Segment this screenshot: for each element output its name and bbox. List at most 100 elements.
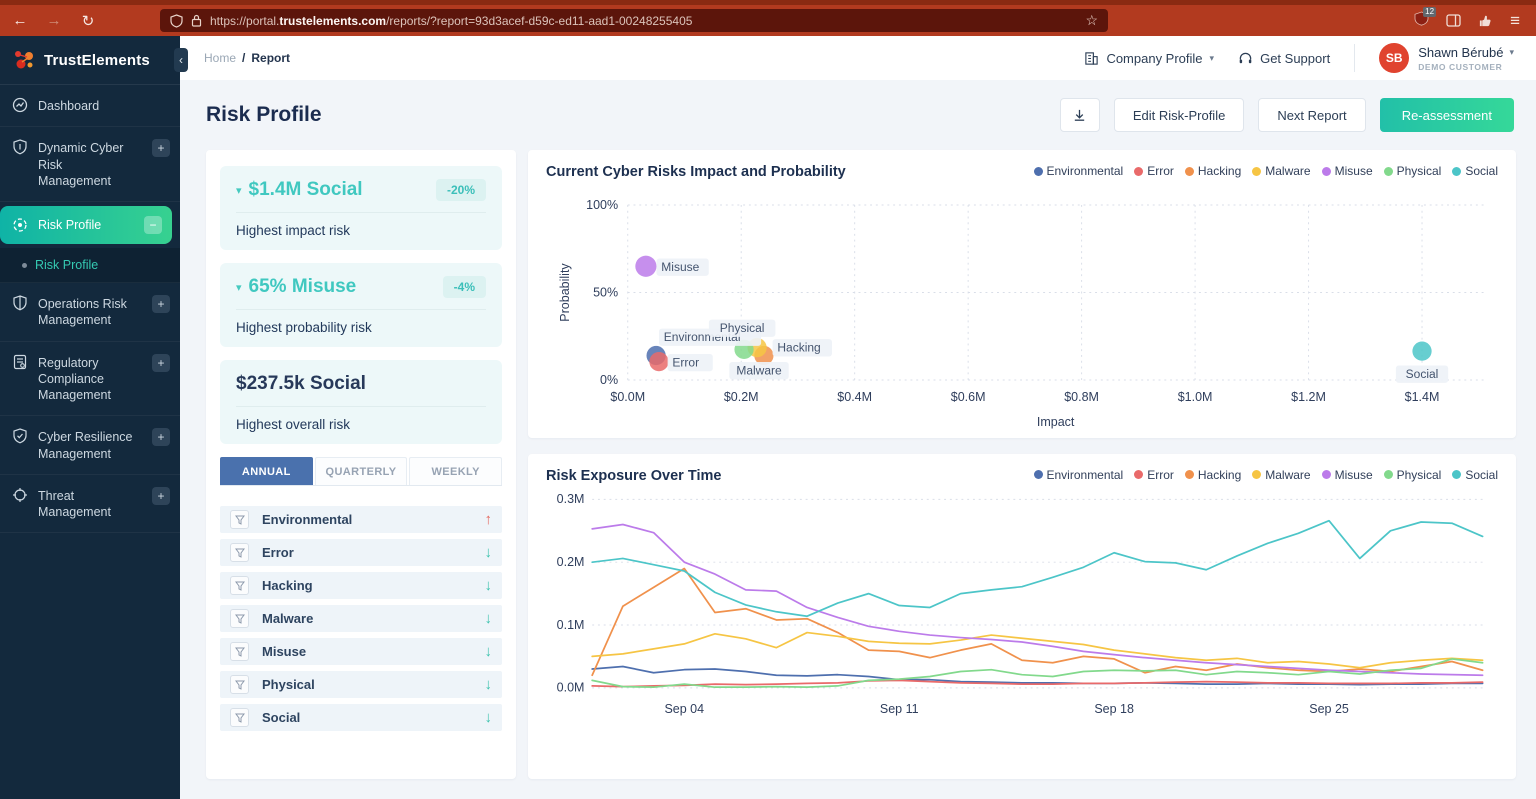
chevron-down-icon: ▾ <box>1509 46 1514 57</box>
legend-dot-icon <box>1252 166 1262 176</box>
dashboard-icon <box>12 97 28 113</box>
legend-dot-icon <box>1184 166 1194 176</box>
adblock-extension-icon[interactable]: 12 <box>1414 6 1437 31</box>
risk-row-misuse[interactable]: Misuse ↓ <box>220 638 502 665</box>
stat-badge: -4% <box>442 276 486 298</box>
sidebar-toggle-icon[interactable] <box>1446 13 1461 28</box>
legend-item[interactable]: Social <box>1452 164 1498 178</box>
back-icon[interactable]: ← <box>10 12 30 29</box>
menu-icon[interactable]: ≡ <box>1510 11 1520 31</box>
avatar: SB <box>1379 43 1410 73</box>
sidebar-item-regulatory-compliance[interactable]: Regulatory Compliance Management + <box>0 342 180 417</box>
line-series-error <box>591 679 1484 688</box>
legend-item[interactable]: Hacking <box>1184 468 1241 482</box>
legend-item[interactable]: Physical <box>1383 164 1441 178</box>
risk-row-hacking[interactable]: Hacking ↓ <box>220 572 502 599</box>
risk-exposure-plot[interactable]: 0.0M 0.1M 0.2M 0.3M Sep 04 Sep 11 Sep 18 Sep 25 <box>546 484 1498 726</box>
edit-risk-profile-button[interactable]: Edit Risk-Profile <box>1113 98 1245 132</box>
svg-text:$0.2M: $0.2M <box>724 390 759 404</box>
highest-probability-card: ▾ 65% Misuse -4% Highest probability ris… <box>220 263 502 347</box>
address-bar[interactable]: https://portal.trustelements.com/reports… <box>160 9 1108 32</box>
user-role: DEMO CUSTOMER <box>1418 61 1503 72</box>
expand-button[interactable]: + <box>152 139 170 158</box>
legend-item[interactable]: Social <box>1452 468 1498 482</box>
legend-item[interactable]: Environmental <box>1033 164 1123 178</box>
sidebar-item-dashboard[interactable]: Dashboard <box>0 85 180 128</box>
legend-item[interactable]: Environmental <box>1033 468 1123 482</box>
legend-dot-icon <box>1321 470 1331 480</box>
breadcrumb: Home / Report <box>204 51 290 65</box>
legend-item[interactable]: Physical <box>1383 468 1441 482</box>
expand-button[interactable]: + <box>152 486 170 505</box>
sidebar-item-threat-management[interactable]: Threat Management + <box>0 475 180 534</box>
expand-button[interactable]: + <box>152 295 170 313</box>
svg-text:Sep 11: Sep 11 <box>880 702 919 716</box>
risk-row-physical[interactable]: Physical ↓ <box>220 671 502 698</box>
download-button[interactable] <box>1059 98 1100 132</box>
caret-down-icon[interactable]: ▾ <box>236 281 242 294</box>
crosshair-icon <box>13 487 27 502</box>
shield-dollar-icon <box>13 139 27 155</box>
collapse-section-button[interactable]: − <box>144 216 162 234</box>
expand-button[interactable]: + <box>152 353 170 372</box>
bookmark-star-icon[interactable]: ☆ <box>1085 12 1098 29</box>
svg-text:$0.0M: $0.0M <box>610 390 645 404</box>
sidebar-item-dynamic-cyber-risk[interactable]: Dynamic Cyber Risk Management + <box>0 127 180 202</box>
tab-weekly[interactable]: WEEKLY <box>409 457 503 485</box>
svg-text:$1.0M: $1.0M <box>1178 390 1213 404</box>
legend-item[interactable]: Malware <box>1252 164 1311 178</box>
svg-text:Sep 25: Sep 25 <box>1309 702 1349 716</box>
tab-quarterly[interactable]: QUARTERLY <box>314 457 408 485</box>
legend-item[interactable]: Malware <box>1252 468 1311 482</box>
headset-icon <box>1239 52 1252 63</box>
sidebar-item-cyber-resilience[interactable]: Cyber Resilience Management + <box>0 416 180 475</box>
tab-annual[interactable]: ANNUAL <box>220 457 313 485</box>
filter-funnel-icon[interactable] <box>230 576 249 595</box>
reload-icon[interactable]: ↻ <box>78 12 98 30</box>
risk-row-environmental[interactable]: Environmental ↑ <box>220 506 502 533</box>
download-icon <box>1075 109 1085 121</box>
svg-text:Impact: Impact <box>1037 415 1075 429</box>
legend-item[interactable]: Error <box>1134 164 1174 178</box>
filter-funnel-icon[interactable] <box>230 642 249 661</box>
filter-funnel-icon[interactable] <box>230 708 249 727</box>
legend-item[interactable]: Error <box>1134 468 1174 482</box>
risk-row-malware[interactable]: Malware ↓ <box>220 605 502 632</box>
sidebar-collapse-button[interactable]: ‹ <box>174 48 188 72</box>
sidebar-subitem-risk-profile[interactable]: Risk Profile <box>0 248 180 283</box>
expand-button[interactable]: + <box>152 428 170 447</box>
filter-funnel-icon[interactable] <box>230 609 249 628</box>
company-profile-menu[interactable]: Company Profile ▾ <box>1084 51 1214 66</box>
risk-row-social[interactable]: Social ↓ <box>220 704 502 731</box>
get-support-link[interactable]: Get Support <box>1238 51 1330 66</box>
filter-funnel-icon[interactable] <box>230 510 249 529</box>
building-icon <box>1085 51 1099 65</box>
trend-arrow-icon: ↓ <box>484 643 493 660</box>
breadcrumb-home[interactable]: Home <box>204 51 236 65</box>
legend-dot-icon <box>1452 166 1462 176</box>
filter-funnel-icon[interactable] <box>230 543 249 562</box>
impact-probability-plot[interactable]: $0.0M $0.2M $0.4M $0.6M $0.8M $1.0M $1.2M $1.4M… <box>546 180 1498 432</box>
risk-row-error[interactable]: Error ↓ <box>220 539 502 566</box>
extension-thumb-icon[interactable] <box>1478 13 1493 28</box>
filter-funnel-icon[interactable] <box>230 675 249 694</box>
sidebar-item-operations-risk[interactable]: Operations Risk Management + <box>0 283 180 342</box>
legend-item[interactable]: Misuse <box>1321 164 1373 178</box>
legend-dot-icon <box>1452 470 1462 480</box>
trustelements-logo-icon <box>15 51 33 69</box>
chart-legend: Environmental Error Hacking Malware Misuse Ph… <box>1033 468 1498 482</box>
legend-item[interactable]: Misuse <box>1321 468 1373 482</box>
next-report-button[interactable]: Next Report <box>1258 98 1366 132</box>
chart-title: Current Cyber Risks Impact and Probabili… <box>546 164 846 180</box>
target-icon <box>13 218 27 232</box>
legend-item[interactable]: Hacking <box>1184 164 1241 178</box>
trend-arrow-icon: ↓ <box>484 577 493 594</box>
risk-name: Malware <box>262 611 314 626</box>
url-text[interactable]: https://portal.trustelements.com/reports… <box>210 14 1077 28</box>
reassessment-button[interactable]: Re-assessment <box>1379 98 1514 132</box>
caret-down-icon[interactable]: ▾ <box>236 184 242 197</box>
sidebar-item-risk-profile[interactable]: Risk Profile − <box>0 206 172 244</box>
user-menu[interactable]: SB Shawn Bérubé ▾ DEMO CUSTOMER <box>1379 43 1514 73</box>
forward-icon[interactable]: → <box>44 12 64 29</box>
tracking-shield-icon[interactable] <box>170 13 183 28</box>
